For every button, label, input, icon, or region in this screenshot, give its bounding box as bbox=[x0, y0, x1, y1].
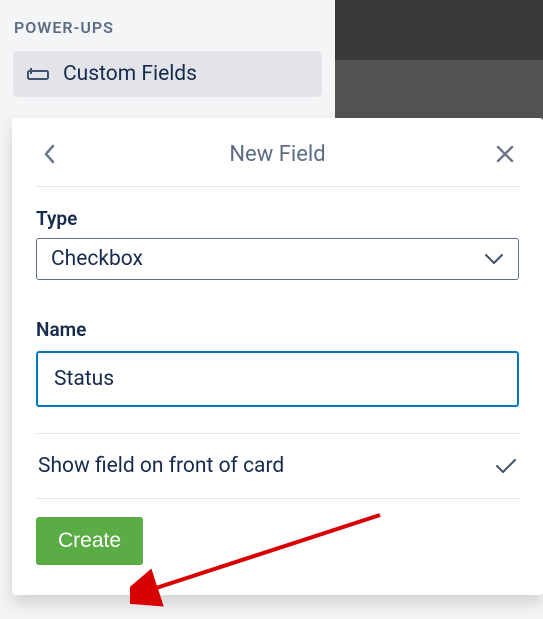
type-label: Type bbox=[36, 207, 519, 230]
name-label: Name bbox=[36, 318, 519, 341]
close-icon bbox=[496, 145, 514, 163]
close-button[interactable] bbox=[491, 140, 519, 168]
modal-header: New Field bbox=[36, 134, 519, 187]
chevron-down-icon bbox=[484, 253, 504, 265]
type-select[interactable]: Checkbox bbox=[36, 238, 519, 280]
back-button[interactable] bbox=[36, 140, 64, 168]
check-icon bbox=[495, 457, 517, 475]
sidebar-item-label: Custom Fields bbox=[63, 62, 197, 86]
type-select-value: Checkbox bbox=[51, 247, 143, 271]
chevron-left-icon bbox=[43, 143, 57, 165]
create-button[interactable]: Create bbox=[36, 517, 143, 565]
sidebar: POWER-UPS Custom Fields bbox=[0, 0, 335, 120]
divider bbox=[36, 498, 519, 499]
name-input[interactable] bbox=[36, 351, 519, 407]
show-on-front-toggle[interactable]: Show field on front of card bbox=[36, 434, 519, 498]
sidebar-heading: POWER-UPS bbox=[13, 18, 322, 37]
modal-title: New Field bbox=[229, 142, 325, 167]
background-image-area bbox=[335, 0, 543, 120]
toggle-label: Show field on front of card bbox=[38, 454, 284, 478]
new-field-modal: New Field Type Checkbox Name Show field … bbox=[12, 118, 543, 595]
sidebar-item-custom-fields[interactable]: Custom Fields bbox=[13, 51, 322, 97]
custom-fields-icon bbox=[27, 67, 49, 81]
